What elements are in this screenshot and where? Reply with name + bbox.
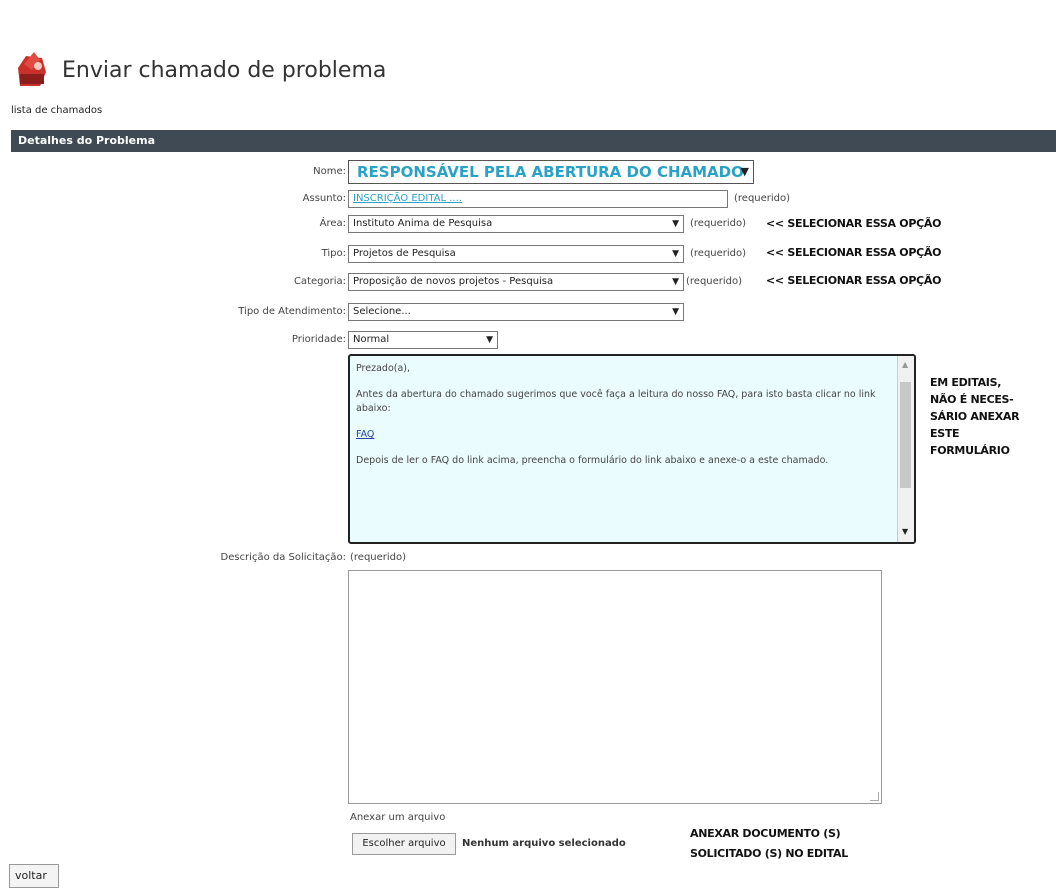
prioridade-select[interactable]: Normal ▼ xyxy=(348,331,498,349)
prioridade-value: Normal xyxy=(353,334,390,345)
voltar-button[interactable]: voltar xyxy=(9,864,59,888)
tipo-label: Tipo: xyxy=(321,248,346,259)
info-greeting: Prezado(a), xyxy=(356,363,411,374)
categoria-value: Proposição de novos projetos - Pesquisa xyxy=(353,276,554,287)
prioridade-label: Prioridade: xyxy=(291,334,346,345)
editais-annotation: EM EDITAIS, NÃO É NECES- SÁRIO ANEXAR ES… xyxy=(930,374,1056,459)
tipo-atendimento-select[interactable]: Selecione... ▼ xyxy=(348,303,684,321)
descricao-label: Descrição da Solicitação: xyxy=(220,552,347,563)
chevron-down-icon: ▼ xyxy=(672,307,679,317)
anexar-annotation: ANEXAR DOCUMENTO (S) SOLICITADO (S) NO E… xyxy=(684,820,894,868)
chevron-down-icon: ▼ xyxy=(486,335,493,345)
area-value: Instituto Anima de Pesquisa xyxy=(353,218,493,229)
tipo-atendimento-value: Selecione... xyxy=(353,306,411,317)
area-label: Área: xyxy=(319,218,346,229)
ticket-icon xyxy=(18,52,46,86)
categoria-label: Categoria: xyxy=(293,276,346,287)
scroll-thumb[interactable] xyxy=(900,382,911,488)
info-panel[interactable]: Prezado(a), Antes da abertura do chamado… xyxy=(348,354,916,544)
tipo-annotation: << SELECIONAR ESSA OPÇÃO xyxy=(766,246,942,259)
tipo-select[interactable]: Projetos de Pesquisa ▼ xyxy=(348,245,684,263)
descricao-textarea[interactable] xyxy=(348,570,882,804)
categoria-required: (requerido) xyxy=(686,276,743,287)
anexar-label: Anexar um arquivo xyxy=(350,812,446,823)
chevron-down-icon: ▼ xyxy=(672,249,679,259)
chevron-down-icon: ▼ xyxy=(740,165,749,178)
nome-label: Nome: xyxy=(313,166,346,177)
editais-line: FORMULÁRIO xyxy=(930,444,1010,457)
area-select[interactable]: Instituto Anima de Pesquisa ▼ xyxy=(348,215,684,233)
scroll-down-icon[interactable]: ▼ xyxy=(902,527,908,536)
info-paragraph-2: Depois de ler o FAQ do link acima, preen… xyxy=(356,455,829,466)
tipo-atendimento-label: Tipo de Atendimento: xyxy=(238,306,346,317)
anexar-line: ANEXAR DOCUMENTO (S) xyxy=(690,827,841,840)
info-text: Prezado(a), Antes da abertura do chamado… xyxy=(356,362,890,480)
editais-line: ESTE xyxy=(930,427,960,440)
file-status: Nenhum arquivo selecionado xyxy=(462,838,626,849)
tipo-required: (requerido) xyxy=(690,248,747,259)
tipo-value: Projetos de Pesquisa xyxy=(353,248,456,259)
anexar-line: SOLICITADO (S) NO EDITAL xyxy=(690,847,848,860)
assunto-input[interactable]: INSCRIÇÃO EDITAL .... xyxy=(348,190,728,208)
chevron-down-icon: ▼ xyxy=(672,277,679,287)
nome-select[interactable]: RESPONSÁVEL PELA ABERTURA DO CHAMADO ▼ xyxy=(348,160,754,184)
page-title: Enviar chamado de problema xyxy=(62,58,387,83)
info-scrollbar[interactable]: ▲ ▼ xyxy=(897,356,914,542)
categoria-select[interactable]: Proposição de novos projetos - Pesquisa … xyxy=(348,273,684,291)
area-required: (requerido) xyxy=(690,218,747,229)
editais-line: NÃO É NECES- xyxy=(930,393,1014,406)
descricao-required: (requerido) xyxy=(350,552,407,563)
chevron-down-icon: ▼ xyxy=(672,219,679,229)
area-annotation: << SELECIONAR ESSA OPÇÃO xyxy=(766,217,942,230)
editais-line: EM EDITAIS, xyxy=(930,376,1002,389)
info-paragraph-1: Antes da abertura do chamado sugerimos q… xyxy=(356,389,876,414)
section-header: Detalhes do Problema xyxy=(11,130,1056,152)
resize-handle-icon[interactable] xyxy=(870,792,879,801)
scroll-up-icon[interactable]: ▲ xyxy=(902,360,908,369)
nome-value: RESPONSÁVEL PELA ABERTURA DO CHAMADO xyxy=(357,163,744,181)
categoria-annotation: << SELECIONAR ESSA OPÇÃO xyxy=(766,274,942,287)
assunto-required: (requerido) xyxy=(734,193,791,204)
choose-file-button[interactable]: Escolher arquivo xyxy=(352,833,456,855)
editais-line: SÁRIO ANEXAR xyxy=(930,410,1020,423)
list-link[interactable]: lista de chamados xyxy=(11,105,102,116)
assunto-label: Assunto: xyxy=(302,193,346,204)
faq-link[interactable]: FAQ xyxy=(356,429,374,440)
